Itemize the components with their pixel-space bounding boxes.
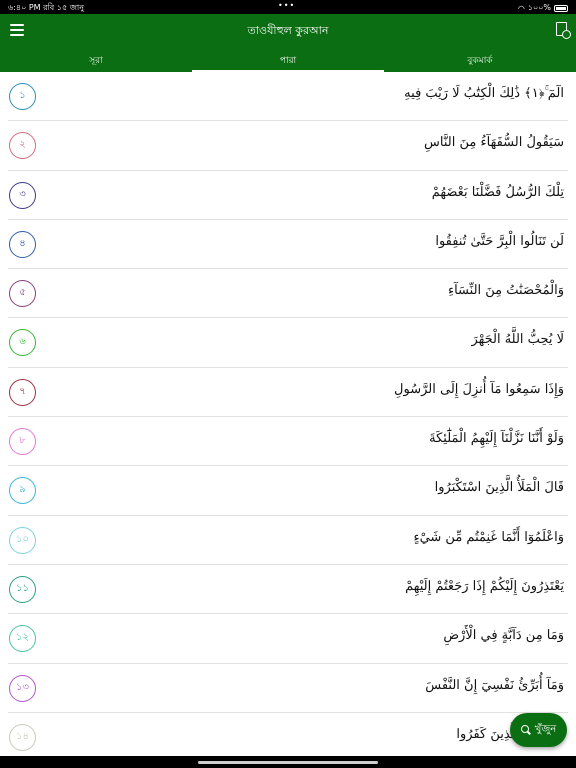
battery-icon — [554, 5, 568, 12]
document-search-icon[interactable] — [556, 22, 571, 39]
para-number-badge: ৫ — [9, 280, 36, 308]
para-row[interactable]: ১১ يَعْتَذِرُونَ إِلَيْكُمْ إِذَا رَجَعْت… — [8, 565, 568, 615]
para-arabic-title: وَإِذَا سَمِعُوا مَآ أُنزِلَ إِلَى الرَّ… — [394, 381, 564, 397]
para-number-badge: ১০ — [9, 526, 36, 554]
para-list[interactable]: ১ الٓمٓ ۚ﴿١﴾ ذَٰلِكَ الْكِتَٰبُ لَا رَيْب… — [0, 72, 576, 756]
para-number-badge: ১৩ — [9, 674, 36, 702]
para-number-badge: ৯ — [9, 477, 36, 505]
para-row[interactable]: ৫ وَالْمُحْصَنَٰتُ مِنَ النِّسَآءِ — [8, 269, 568, 319]
tab-sura[interactable]: সূরা — [0, 46, 192, 72]
app-title: তাওযীহুল কুরআন — [247, 24, 329, 37]
tab-bookmark[interactable]: বুকমার্ক — [384, 46, 576, 72]
para-arabic-title: وَالْمُحْصَنَٰتُ مِنَ النِّسَآءِ — [447, 283, 564, 299]
para-arabic-title: تِلْكَ الرُّسُلُ فَضَّلْنَا بَعْضَهُمْ — [431, 184, 564, 200]
tab-para[interactable]: পারা — [192, 46, 384, 72]
para-row[interactable]: ১৪رُبَمَا يَوَدُّ الَّذِينَ كَفَرُوا — [8, 713, 568, 756]
para-arabic-title: وَمَا مِن دَآبَّةٍ فِي الْأَرْضِ — [443, 628, 564, 644]
para-arabic-title: لَا يُحِبُّ اللَّهُ الْجَهْرَ — [471, 332, 564, 348]
para-row[interactable]: ৩ تِلْكَ الرُّسُلُ فَضَّلْنَا بَعْضَهُمْ — [8, 171, 568, 220]
status-bar: ৬:৪০ PM রবি ১৫ জানু ••• ◠ ১০০% — [0, 0, 576, 14]
para-number-badge: ৪ — [9, 230, 36, 258]
para-arabic-title: الٓمٓ ۚ﴿١﴾ ذَٰلِكَ الْكِتَٰبُ لَا رَيْبَ… — [404, 86, 564, 101]
search-button-label: খুঁজুন — [534, 723, 557, 735]
para-row[interactable]: ১০ وَاعْلَمُوٓا أَنَّمَا غَنِمْتُم مِّن ش… — [8, 516, 568, 565]
para-number-badge: ১২ — [9, 625, 36, 653]
tab-bar: সূরা পারা বুকমার্ক — [0, 46, 576, 72]
para-number-badge: ৮ — [9, 428, 36, 456]
bottom-bar — [0, 756, 576, 768]
para-row[interactable]: ১৩ وَمَآ أُبَرِّئُ نَفْسِيٓ إِنَّ النَّفْ… — [8, 664, 568, 713]
home-indicator[interactable] — [198, 761, 378, 764]
para-row[interactable]: ৮ وَلَوْ أَنَّنَا نَزَّلْنَآ إِلَيْهِمُ ا… — [8, 417, 568, 467]
para-arabic-title: وَمَآ أُبَرِّئُ نَفْسِيٓ إِنَّ النَّفْسَ — [425, 677, 564, 693]
para-arabic-title: وَاعْلَمُوٓا أَنَّمَا غَنِمْتُم مِّن شَي… — [413, 529, 564, 545]
para-arabic-title: لَن تَنَالُوا الْبِرَّ حَتَّىٰ تُنفِقُوا — [435, 233, 564, 249]
para-arabic-title: قَالَ الْمَلَأُ الَّذِينَ اسْتَكْبَرُوا — [434, 480, 564, 496]
para-number-badge: ১১ — [9, 575, 36, 603]
para-arabic-title: وَلَوْ أَنَّنَا نَزَّلْنَآ إِلَيْهِمُ ال… — [429, 431, 564, 447]
para-row[interactable]: ১২ وَمَا مِن دَآبَّةٍ فِي الْأَرْضِ — [8, 614, 568, 664]
para-row[interactable]: ২ سَيَقُولُ السُّفَهَآءُ مِنَ النَّاسِ — [8, 121, 568, 171]
status-time: ৬:৪০ PM — [8, 3, 41, 12]
multitask-dots[interactable]: ••• — [278, 1, 295, 10]
wifi-icon: ◠ — [517, 4, 525, 13]
para-number-badge: ১ — [9, 83, 36, 110]
para-row[interactable]: ৪ لَن تَنَالُوا الْبِرَّ حَتَّىٰ تُنفِقُو… — [8, 220, 568, 270]
status-date: রবি ১৫ জানু — [43, 3, 84, 12]
app-bar: তাওযীহুল কুরআন সূরা পারা বুকমার্ক — [0, 14, 576, 72]
search-button[interactable]: খুঁজুন — [510, 713, 567, 747]
search-icon — [520, 725, 531, 735]
para-number-badge: ২ — [9, 132, 36, 160]
para-arabic-title: سَيَقُولُ السُّفَهَآءُ مِنَ النَّاسِ — [424, 135, 564, 151]
para-row[interactable]: ৯ قَالَ الْمَلَأُ الَّذِينَ اسْتَكْبَرُوا — [8, 466, 568, 516]
para-number-badge: ৬ — [9, 329, 36, 357]
para-arabic-title: يَعْتَذِرُونَ إِلَيْكُمْ إِذَا رَجَعْتُم… — [405, 578, 564, 594]
para-row[interactable]: ৭ وَإِذَا سَمِعُوا مَآ أُنزِلَ إِلَى الرَ… — [8, 368, 568, 418]
para-number-badge: ১৪ — [9, 723, 36, 751]
para-number-badge: ৭ — [9, 378, 36, 406]
para-row[interactable]: ৬ لَا يُحِبُّ اللَّهُ الْجَهْرَ — [8, 318, 568, 368]
para-number-badge: ৩ — [9, 181, 36, 209]
para-row[interactable]: ১ الٓمٓ ۚ﴿١﴾ ذَٰلِكَ الْكِتَٰبُ لَا رَيْب… — [8, 72, 568, 122]
